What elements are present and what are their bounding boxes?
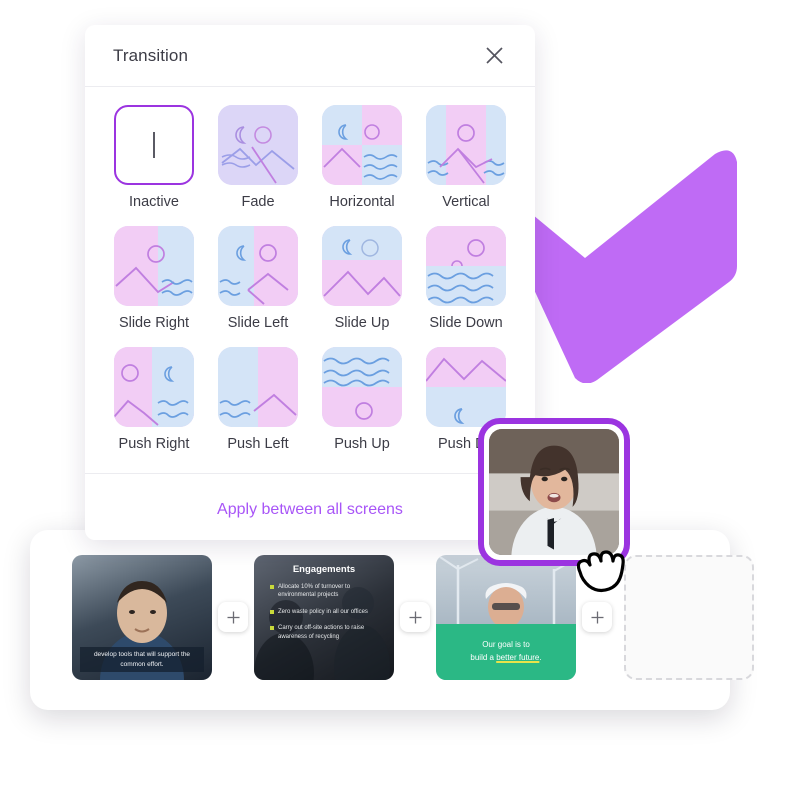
transition-label: Horizontal [329, 194, 395, 210]
transition-label: Slide Right [118, 315, 190, 331]
transition-option-horizontal[interactable]: Horizontal [315, 105, 409, 210]
video-thumbnail [489, 429, 619, 555]
add-slide-button[interactable] [218, 602, 248, 632]
bullet-dot-icon [270, 626, 274, 631]
transition-option-slide-up[interactable]: Slide Up [315, 226, 409, 331]
push-up-thumb-icon [322, 347, 402, 427]
transition-label: Fade [241, 194, 275, 210]
bullet-text: Carry out off-site actions to raise awar… [278, 625, 365, 640]
fade-thumb-icon [218, 105, 298, 185]
transition-label: Push Up [334, 436, 390, 452]
panel-header: Transition [85, 25, 535, 87]
list-item[interactable]: Our goal is to build a better future. [436, 555, 576, 680]
vertical-thumb-icon [426, 105, 506, 185]
caption-line-2: build a better future. [470, 653, 542, 662]
transition-label: Slide Down [429, 315, 503, 331]
caption-highlight: better future [496, 653, 540, 662]
video-person-graphic [489, 429, 619, 555]
list-item: Zero waste policy in all our offices [270, 608, 386, 616]
list-item: Allocate 10% of turnover to environmenta… [270, 583, 386, 600]
push-down-thumb-icon [426, 347, 506, 427]
add-slide-button[interactable] [400, 602, 430, 632]
plus-icon [591, 611, 603, 623]
list-item: Carry out off-site actions to raise awar… [270, 624, 386, 641]
transition-option-push-left[interactable]: Push Left [211, 347, 305, 452]
transition-label: Slide Up [334, 315, 390, 331]
transition-option-fade[interactable]: Fade [211, 105, 305, 210]
bullet-text: Zero waste policy in all our offices [278, 608, 368, 615]
slide-left-thumb-icon [218, 226, 298, 306]
slide-title: Engagements [292, 564, 356, 575]
transition-option-slide-left[interactable]: Slide Left [211, 226, 305, 331]
transition-grid: Inactive Fade Horizontal Vertical Slide … [85, 87, 535, 452]
page-title: Transition [113, 45, 189, 65]
transition-label: Push Left [227, 436, 289, 452]
transition-option-push-up[interactable]: Push Up [315, 347, 409, 452]
transition-option-slide-down[interactable]: Slide Down [419, 226, 513, 331]
transition-label: Vertical [442, 194, 490, 210]
list-item[interactable]: develop tools that will support the comm… [72, 555, 212, 680]
slide-subtitle: develop tools that will support the comm… [80, 647, 204, 672]
grabbing-hand-cursor [576, 550, 625, 593]
caret-glyph-icon [114, 105, 194, 185]
slide-right-thumb-icon [114, 226, 194, 306]
plus-icon [227, 611, 239, 623]
push-left-thumb-icon [218, 347, 298, 427]
horizontal-thumb-icon [322, 105, 402, 185]
apply-section: Apply between all screens [85, 473, 535, 519]
decorative-checkmark [509, 150, 737, 383]
slide-up-thumb-icon [322, 226, 402, 306]
transition-option-vertical[interactable]: Vertical [419, 105, 513, 210]
empty-slide-dropzone[interactable] [624, 555, 754, 680]
apply-between-all-screens-link[interactable]: Apply between all screens [217, 501, 403, 518]
plus-icon [409, 611, 421, 623]
bullet-dot-icon [270, 609, 274, 614]
slide-down-thumb-icon [426, 226, 506, 306]
close-icon[interactable] [479, 41, 509, 71]
list-item[interactable]: Engagements Allocate 10% of turnover to … [254, 555, 394, 680]
transition-panel: Transition Inactive Fade Horizontal Vert… [85, 25, 535, 540]
transition-option-push-right[interactable]: Push Right [107, 347, 201, 452]
transition-label: Inactive [129, 194, 179, 210]
bullet-text: Allocate 10% of turnover to environmenta… [278, 584, 351, 599]
push-right-thumb-icon [114, 347, 194, 427]
transition-option-inactive[interactable]: Inactive [107, 105, 201, 210]
transition-label: Slide Left [227, 315, 289, 331]
slide-caption: Our goal is to build a better future. [436, 624, 576, 680]
bullet-dot-icon [270, 585, 274, 589]
caption-line-1: Our goal is to [482, 640, 530, 650]
slide-bullet-list: Allocate 10% of turnover to environmenta… [270, 583, 386, 649]
add-slide-button[interactable] [582, 602, 612, 632]
transition-label: Push Right [118, 436, 190, 452]
transition-option-slide-right[interactable]: Slide Right [107, 226, 201, 331]
